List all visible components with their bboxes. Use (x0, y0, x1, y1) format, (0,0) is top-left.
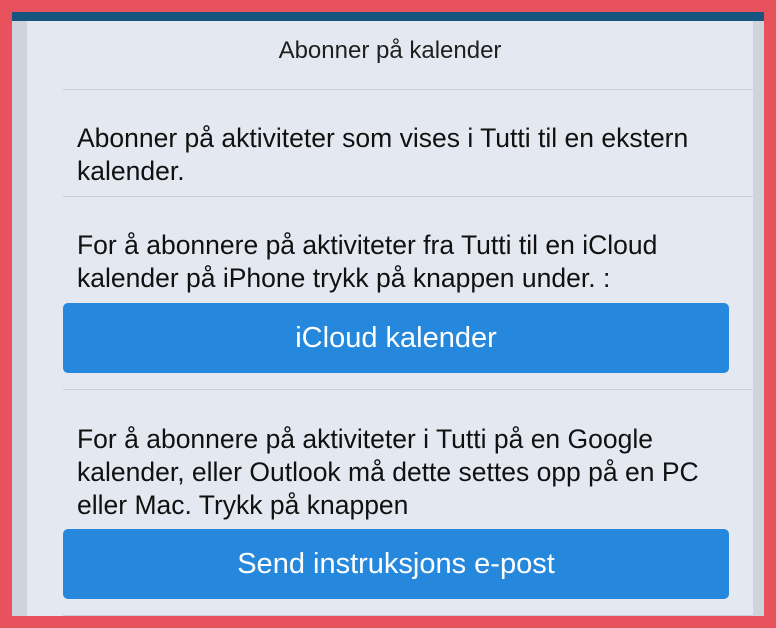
sheet-title: Abonner på kalender (278, 37, 502, 64)
intro-text: Abonner på aktiviteter som vises i Tutti… (77, 123, 689, 186)
send-instructions-email-button[interactable]: Send instruksjons e-post (63, 529, 729, 599)
subscribe-calendar-sheet: Abonner på kalender Abonner på aktivitet… (27, 21, 753, 616)
divider (63, 615, 753, 616)
icloud-instructions-text: For å abonnere på aktiviteter fra Tutti … (77, 230, 658, 293)
divider (63, 389, 753, 390)
sheet-left-edge (12, 21, 27, 616)
divider (63, 196, 753, 197)
divider (63, 89, 753, 90)
icloud-calendar-button[interactable]: iCloud kalender (63, 303, 729, 373)
google-outlook-instructions-text: For å abonnere på aktiviteter i Tutti på… (77, 424, 699, 520)
sheet-right-edge (753, 21, 764, 616)
